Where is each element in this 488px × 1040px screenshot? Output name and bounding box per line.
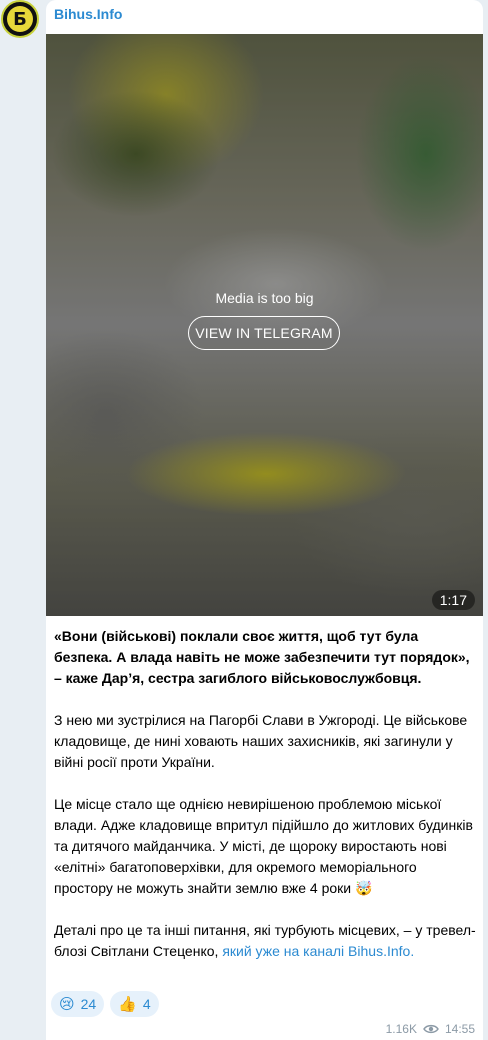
view-count: 1.16K xyxy=(385,1022,417,1036)
post-link[interactable]: який уже на каналі Bihus.Info. xyxy=(222,943,414,959)
post-paragraph-1: «Вони (військові) поклали своє життя, що… xyxy=(54,628,470,686)
channel-avatar[interactable]: Б xyxy=(1,0,39,38)
reaction-thumbs-up[interactable]: 👍 4 xyxy=(110,991,159,1017)
video-preview[interactable]: Media is too big VIEW IN TELEGRAM 1:17 xyxy=(46,34,483,616)
post-paragraph-2: З нею ми зустрілися на Пагорбі Слави в У… xyxy=(54,712,468,770)
message-bubble: Bihus.Info Media is too big VIEW IN TELE… xyxy=(46,0,483,1040)
message-meta: 1.16K 14:55 xyxy=(386,1022,475,1036)
eye-icon xyxy=(423,1024,439,1034)
avatar-logo: Б xyxy=(7,6,33,32)
channel-name[interactable]: Bihus.Info xyxy=(54,6,122,22)
video-duration: 1:17 xyxy=(431,590,475,610)
reaction-crying[interactable]: 😢 24 xyxy=(51,991,105,1017)
crying-face-icon: 😢 xyxy=(59,995,75,1013)
reaction-count: 4 xyxy=(142,996,151,1012)
post-paragraph-3: Це місце стало ще однією невирішеною про… xyxy=(54,796,473,896)
reaction-count: 24 xyxy=(80,996,97,1012)
media-too-big-label: Media is too big xyxy=(215,290,314,306)
post-paragraph-4: Деталі про це та інші питання, які турбу… xyxy=(54,920,478,962)
thumbs-up-icon: 👍 xyxy=(118,995,137,1013)
reactions-bar: 😢 24 👍 4 xyxy=(51,991,159,1017)
message-time: 14:55 xyxy=(444,1022,475,1036)
post-text: «Вони (військові) поклали своє життя, що… xyxy=(54,626,478,983)
view-in-telegram-button[interactable]: VIEW IN TELEGRAM xyxy=(188,316,340,350)
